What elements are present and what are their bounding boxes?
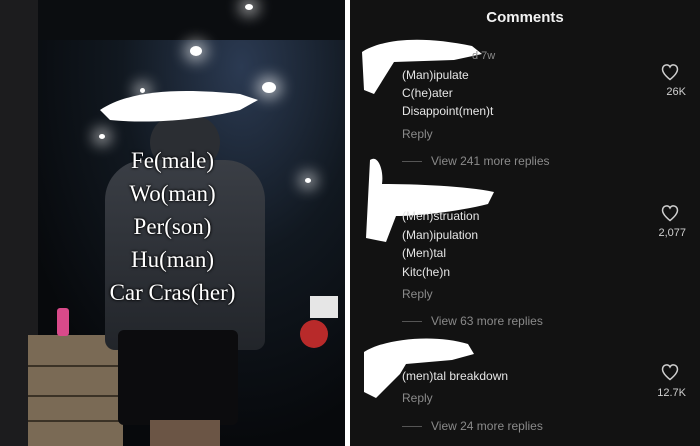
shelf-divider [28, 420, 123, 422]
video-caption: Fe(male) Wo(man) Per(son) Hu(man) Car Cr… [80, 144, 265, 309]
ceiling-beam [0, 0, 345, 40]
ceiling-light [99, 134, 105, 139]
storage-shelf [28, 335, 123, 446]
replies-divider [402, 321, 422, 322]
face-redaction [100, 91, 258, 122]
comment-text: Kitc(he)n [402, 265, 451, 279]
like-count: 26K [666, 86, 686, 98]
view-more-replies[interactable]: View 63 more replies [431, 314, 543, 328]
comment-timestamp: d 7w [472, 50, 496, 62]
reply-button[interactable]: Reply [402, 127, 433, 141]
video-frame[interactable]: Fe(male) Wo(man) Per(son) Hu(man) Car Cr… [0, 0, 345, 446]
wall-board [310, 296, 338, 318]
person-legs [150, 420, 220, 446]
like-count: 12.7K [657, 387, 686, 399]
reply-button[interactable]: Reply [402, 391, 433, 405]
caption-line: Per(son) [133, 214, 212, 239]
pink-bottle [57, 308, 69, 336]
like-count: 2,077 [658, 227, 686, 239]
ceiling-light [305, 178, 311, 183]
comment-text: Disappoint(men)t [402, 104, 494, 118]
comment-text: (Men)struation [402, 209, 480, 223]
heart-icon[interactable] [660, 62, 680, 82]
caption-line: Car Cras(her) [109, 280, 236, 305]
caption-line: Wo(man) [129, 181, 216, 206]
heart-icon[interactable] [660, 362, 680, 382]
comment-text: (men)tal breakdown [402, 369, 509, 383]
person-shorts [118, 330, 238, 425]
comments-panel: Comments d 7w (Man)ipulate C(he)ater Dis… [350, 0, 700, 446]
shelf-divider [28, 395, 123, 397]
comment-text: (Man)ipulate [402, 68, 469, 82]
view-more-replies[interactable]: View 24 more replies [431, 419, 543, 433]
ceiling-light [190, 46, 202, 56]
caption-line: Hu(man) [130, 247, 215, 272]
shelf-divider [28, 365, 123, 367]
comments-title: Comments [486, 9, 564, 26]
comment-text: C(he)ater [402, 86, 453, 100]
comment-text: (Men)tal [402, 246, 447, 260]
red-sign [300, 320, 328, 348]
caption-line: Fe(male) [130, 148, 214, 173]
comment-text: (Man)ipulation [402, 228, 479, 242]
reply-button[interactable]: Reply [402, 287, 433, 301]
ceiling-light [245, 4, 253, 10]
replies-divider [402, 426, 422, 427]
heart-icon[interactable] [660, 203, 680, 223]
